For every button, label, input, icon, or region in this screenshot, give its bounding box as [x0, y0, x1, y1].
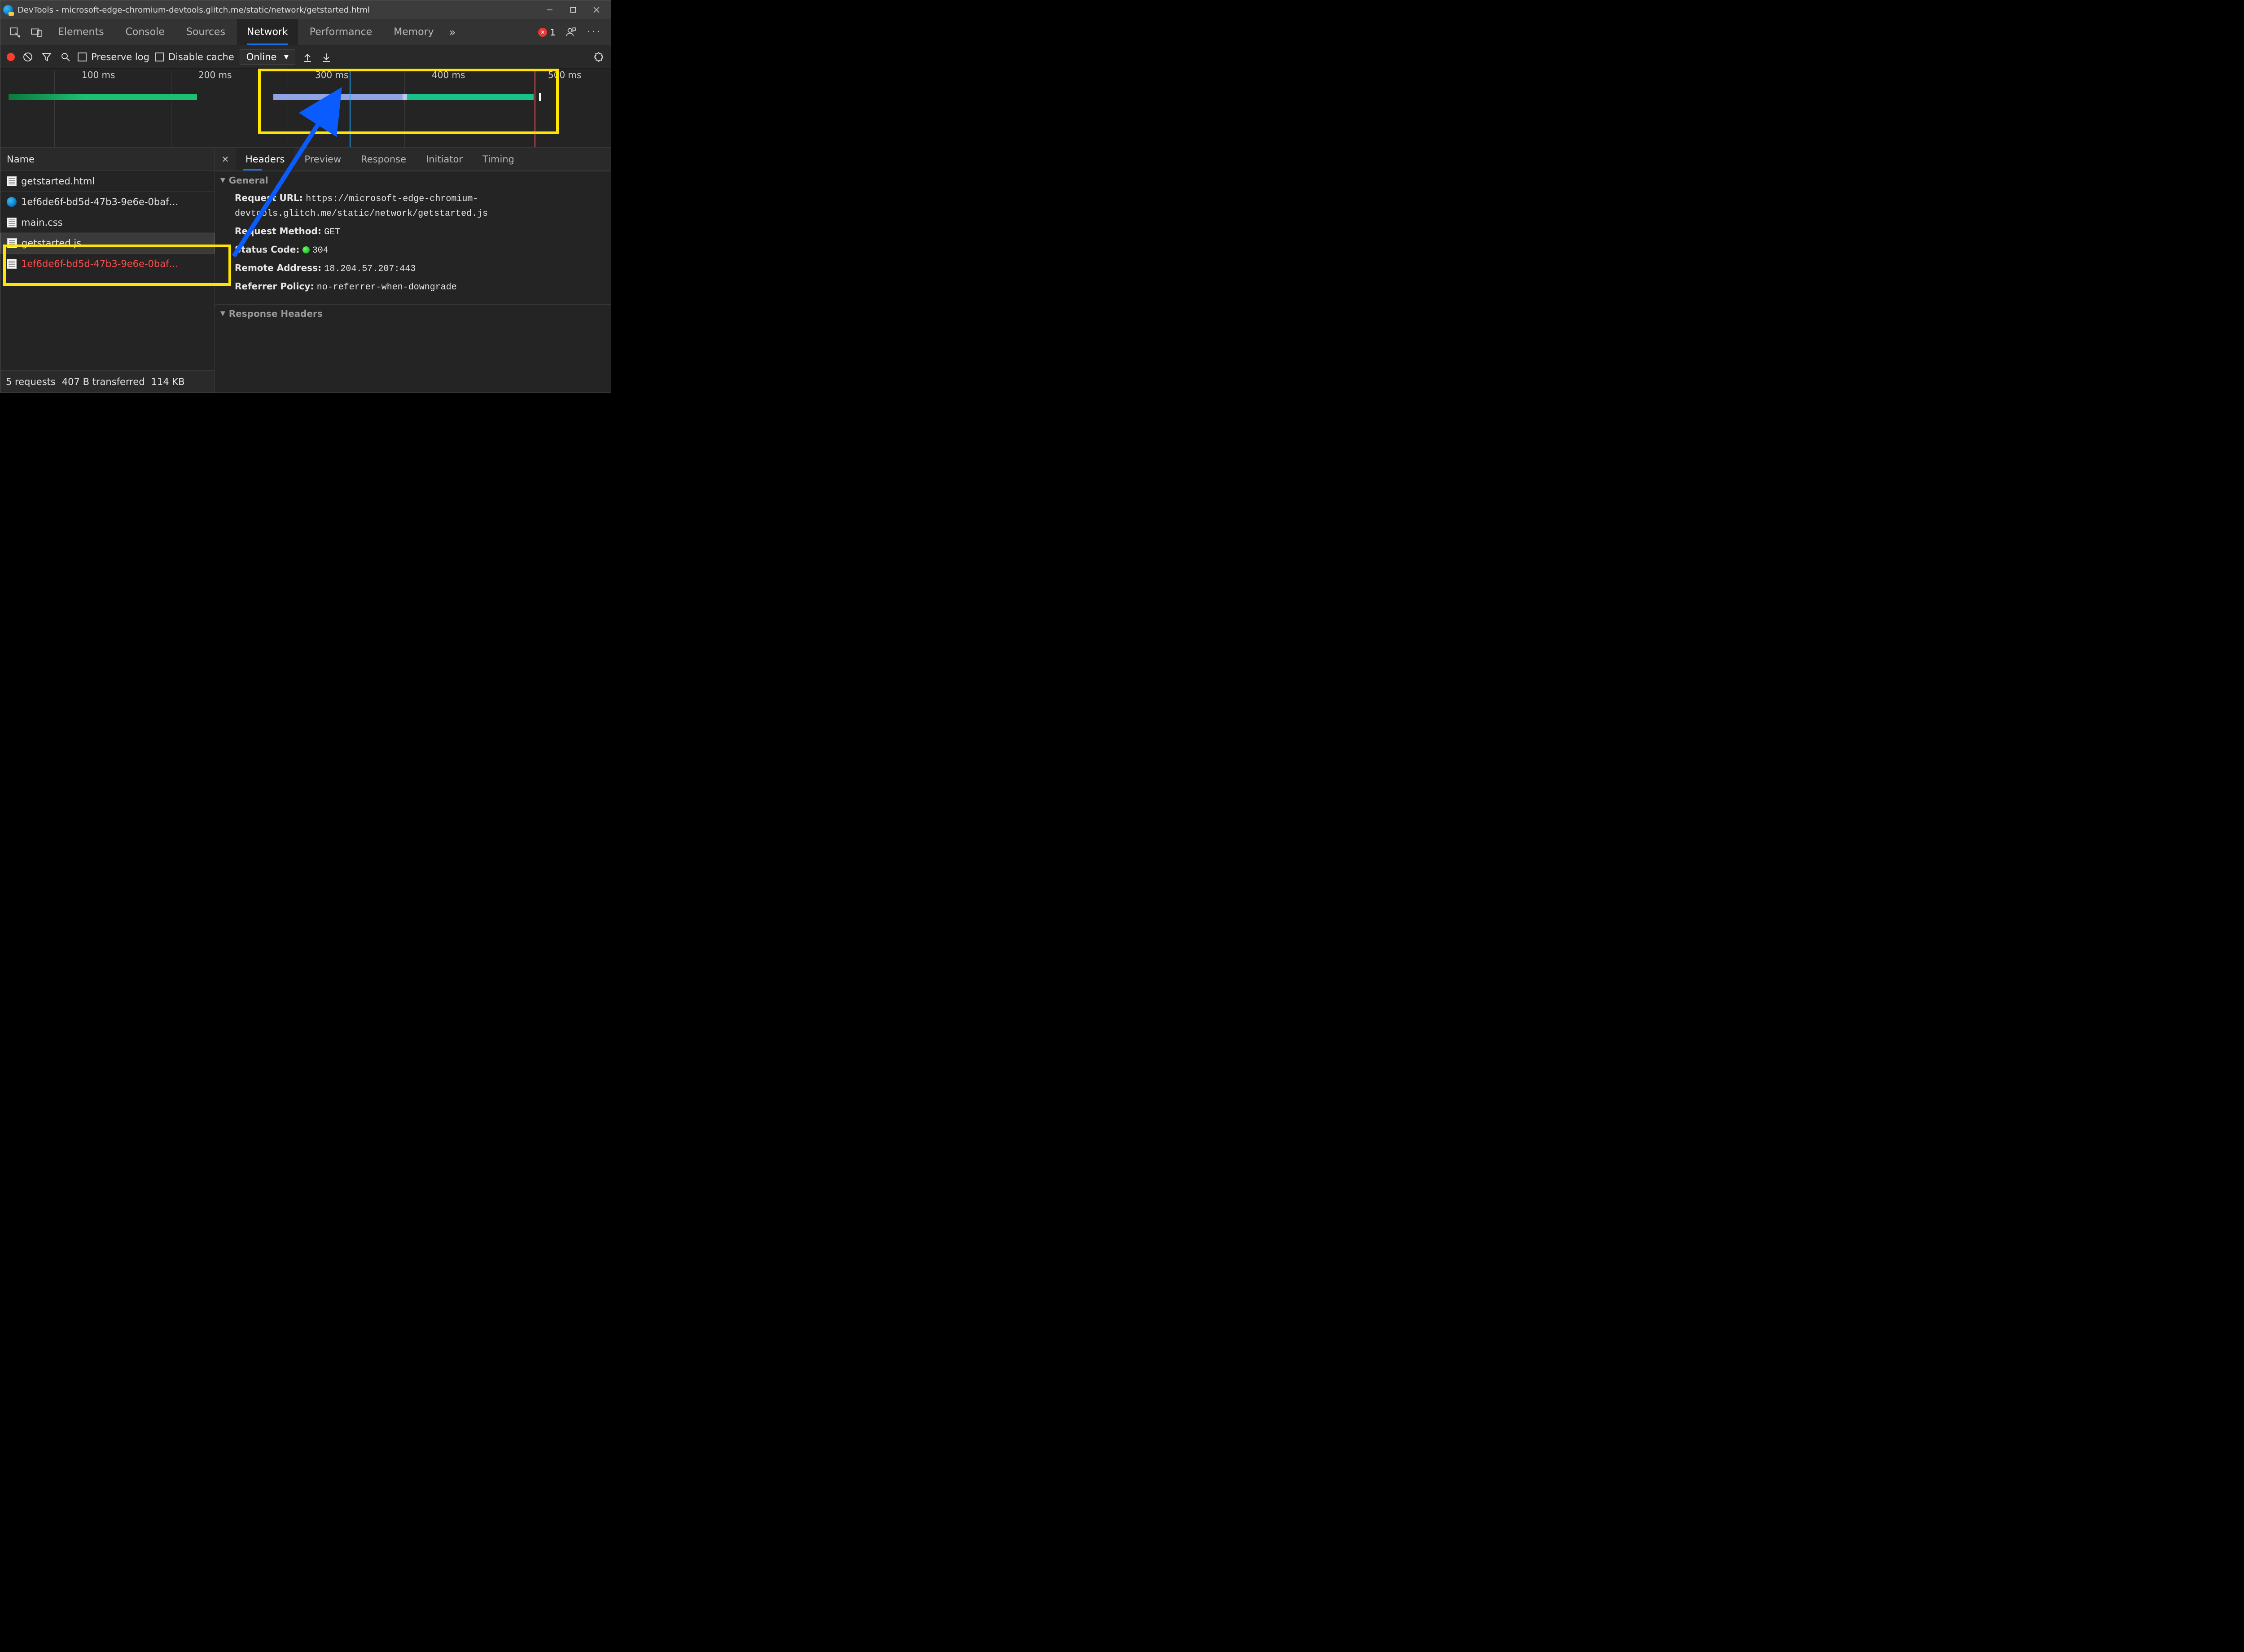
- edge-app-icon: [3, 5, 13, 15]
- edge-icon: [7, 197, 17, 207]
- kv-referrer-policy: Referrer Policy: no-referrer-when-downgr…: [215, 278, 611, 296]
- tab-memory[interactable]: Memory: [384, 19, 443, 45]
- main-tabstrip: Elements Console Sources Network Perform…: [0, 19, 611, 45]
- detail-tab-headers[interactable]: Headers: [236, 148, 294, 170]
- kv-request-method: Request Method: GET: [215, 223, 611, 241]
- overview-timeline[interactable]: 100 ms 200 ms 300 ms 400 ms 500 ms: [0, 69, 611, 148]
- overview-tick: 300 ms: [288, 70, 324, 147]
- column-header-name[interactable]: Name: [0, 148, 215, 171]
- overview-endmark: [539, 93, 541, 101]
- request-row-selected[interactable]: getstarted.js: [0, 233, 215, 253]
- error-count: 1: [550, 27, 556, 38]
- request-list-pane: Name getstarted.html 1ef6de6f-bd5d-47b3-…: [0, 148, 215, 393]
- status-requests: 5 requests: [6, 376, 56, 387]
- overview-bar: [273, 94, 403, 100]
- import-har-icon[interactable]: [301, 50, 314, 64]
- request-name: getstarted.html: [21, 176, 95, 187]
- search-icon[interactable]: [59, 50, 72, 64]
- detail-tab-preview[interactable]: Preview: [294, 148, 351, 170]
- filter-icon[interactable]: [40, 50, 53, 64]
- close-detail-icon[interactable]: ✕: [215, 148, 236, 170]
- feedback-icon[interactable]: [561, 19, 581, 45]
- status-resources: 114 KB: [151, 376, 185, 387]
- request-row-error[interactable]: 1ef6de6f-bd5d-47b3-9e6e-0baf…: [0, 253, 215, 274]
- devtools-window: DevTools - microsoft-edge-chromium-devto…: [0, 0, 611, 393]
- tab-console[interactable]: Console: [116, 19, 175, 45]
- clear-button[interactable]: [21, 50, 35, 64]
- titlebar: DevTools - microsoft-edge-chromium-devto…: [0, 0, 611, 19]
- overview-bar: [407, 94, 534, 100]
- request-name: getstarted.js: [22, 238, 81, 249]
- overview-tick: 100 ms: [54, 70, 91, 147]
- status-ok-icon: [302, 246, 310, 253]
- checkbox-icon: [155, 52, 164, 61]
- more-tabs-chevron-icon[interactable]: »: [446, 19, 460, 45]
- close-button[interactable]: [585, 0, 608, 19]
- customize-menu-icon[interactable]: ···: [583, 19, 606, 45]
- overview-tick: 500 ms: [521, 70, 557, 147]
- request-detail-pane: ✕ Headers Preview Response Initiator Tim…: [215, 148, 611, 393]
- throttling-select[interactable]: Online ▼: [240, 49, 296, 65]
- maximize-button[interactable]: [561, 0, 585, 19]
- error-icon: [538, 28, 547, 37]
- section-general[interactable]: ▼ General: [215, 171, 611, 189]
- request-name: 1ef6de6f-bd5d-47b3-9e6e-0baf…: [21, 258, 178, 269]
- record-button[interactable]: [6, 52, 16, 62]
- file-icon: [7, 238, 17, 248]
- network-settings-icon[interactable]: [592, 50, 605, 64]
- checkbox-icon: [78, 52, 87, 61]
- tab-performance[interactable]: Performance: [300, 19, 382, 45]
- window-title: DevTools - microsoft-edge-chromium-devto…: [18, 5, 370, 15]
- disclosure-triangle-icon: ▼: [220, 177, 225, 184]
- section-response-headers[interactable]: ▼ Response Headers: [215, 304, 611, 323]
- device-toolbar-icon[interactable]: [26, 19, 46, 45]
- overview-bar: [403, 94, 407, 100]
- detail-tabs: ✕ Headers Preview Response Initiator Tim…: [215, 148, 611, 171]
- overview-tick: 200 ms: [171, 70, 207, 147]
- kv-request-url: Request URL: https://microsoft-edge-chro…: [215, 189, 611, 223]
- chevron-down-icon: ▼: [284, 53, 289, 61]
- kv-remote-address: Remote Address: 18.204.57.207:443: [215, 259, 611, 278]
- overview-tick: 400 ms: [404, 70, 441, 147]
- file-icon: [7, 259, 17, 269]
- errors-indicator[interactable]: 1: [535, 19, 559, 45]
- detail-tab-response[interactable]: Response: [351, 148, 416, 170]
- network-toolbar: Preserve log Disable cache Online ▼: [0, 45, 611, 69]
- request-name: main.css: [21, 217, 63, 228]
- disable-cache-checkbox[interactable]: Disable cache: [155, 52, 234, 62]
- preserve-log-checkbox[interactable]: Preserve log: [78, 52, 149, 62]
- request-row[interactable]: getstarted.html: [0, 171, 215, 192]
- request-row[interactable]: 1ef6de6f-bd5d-47b3-9e6e-0baf…: [0, 192, 215, 212]
- request-name: 1ef6de6f-bd5d-47b3-9e6e-0baf…: [21, 197, 178, 207]
- tab-elements[interactable]: Elements: [48, 19, 114, 45]
- export-har-icon[interactable]: [320, 50, 333, 64]
- inspect-element-icon[interactable]: [5, 19, 25, 45]
- detail-tab-timing[interactable]: Timing: [473, 148, 524, 170]
- network-split: Name getstarted.html 1ef6de6f-bd5d-47b3-…: [0, 148, 611, 393]
- request-row[interactable]: main.css: [0, 212, 215, 233]
- domcontentloaded-line: [350, 69, 351, 147]
- status-transferred: 407 B transferred: [62, 376, 145, 387]
- overview-bar: [9, 94, 197, 100]
- kv-status-code: Status Code: 304: [215, 241, 611, 259]
- tab-network[interactable]: Network: [237, 19, 298, 45]
- network-status-bar: 5 requests 407 B transferred 114 KB: [0, 370, 215, 393]
- file-icon: [7, 218, 17, 227]
- minimize-button[interactable]: [538, 0, 561, 19]
- detail-tab-initiator[interactable]: Initiator: [416, 148, 473, 170]
- tab-sources[interactable]: Sources: [176, 19, 235, 45]
- file-icon: [7, 176, 17, 186]
- disclosure-triangle-icon: ▼: [220, 310, 225, 317]
